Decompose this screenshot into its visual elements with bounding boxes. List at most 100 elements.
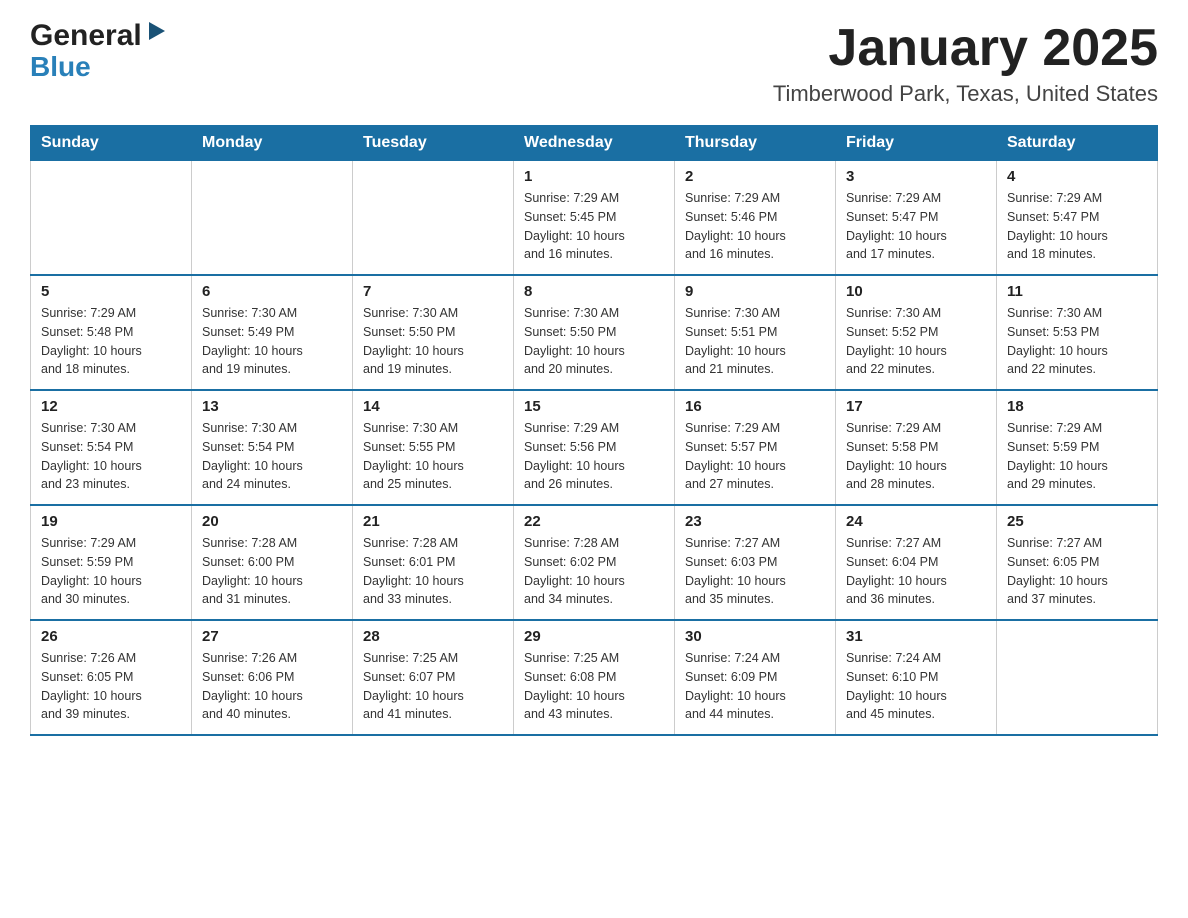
calendar-cell: 16Sunrise: 7:29 AMSunset: 5:57 PMDayligh…	[675, 390, 836, 505]
calendar-cell: 17Sunrise: 7:29 AMSunset: 5:58 PMDayligh…	[836, 390, 997, 505]
calendar-cell: 7Sunrise: 7:30 AMSunset: 5:50 PMDaylight…	[353, 275, 514, 390]
calendar-cell: 24 Sunrise: 7:27 AMSunset: 6:04 PMDayligh…	[836, 505, 997, 620]
calendar-cell: 10 Sunrise: 7:30 AMSunset: 5:52 PMDayligh…	[836, 275, 997, 390]
calendar-cell: 23 Sunrise: 7:27 AMSunset: 6:03 PMDayligh…	[675, 505, 836, 620]
calendar-week-row: 19Sunrise: 7:29 AMSunset: 5:59 PMDayligh…	[31, 505, 1158, 620]
day-number: 13	[202, 398, 342, 415]
calendar-cell: 25Sunrise: 7:27 AMSunset: 6:05 PMDayligh…	[997, 505, 1158, 620]
day-number: 25	[1007, 513, 1147, 530]
month-title: January 2025	[773, 20, 1158, 77]
day-info: Sunrise: 7:30 AMSunset: 5:52 PMDaylight:…	[846, 304, 986, 379]
day-info: Sunrise: 7:24 AMSunset: 6:09 PMDaylight:…	[685, 649, 825, 724]
calendar-cell: 8 Sunrise: 7:30 AMSunset: 5:50 PMDaylight…	[514, 275, 675, 390]
calendar-cell: 15 Sunrise: 7:29 AMSunset: 5:56 PMDayligh…	[514, 390, 675, 505]
calendar-cell: 26Sunrise: 7:26 AMSunset: 6:05 PMDayligh…	[31, 620, 192, 735]
day-number: 21	[363, 513, 503, 530]
day-number: 10	[846, 283, 986, 300]
day-info: Sunrise: 7:30 AMSunset: 5:50 PMDaylight:…	[524, 304, 664, 379]
day-info: Sunrise: 7:25 AMSunset: 6:07 PMDaylight:…	[363, 649, 503, 724]
day-info: Sunrise: 7:29 AMSunset: 5:57 PMDaylight:…	[685, 419, 825, 494]
calendar-week-row: 5Sunrise: 7:29 AMSunset: 5:48 PMDaylight…	[31, 275, 1158, 390]
day-info: Sunrise: 7:27 AMSunset: 6:03 PMDaylight:…	[685, 534, 825, 609]
day-info: Sunrise: 7:28 AMSunset: 6:02 PMDaylight:…	[524, 534, 664, 609]
day-number: 19	[41, 513, 181, 530]
day-info: Sunrise: 7:30 AMSunset: 5:51 PMDaylight:…	[685, 304, 825, 379]
day-number: 8	[524, 283, 664, 300]
weekday-header-saturday: Saturday	[997, 126, 1158, 161]
calendar-cell: 6Sunrise: 7:30 AMSunset: 5:49 PMDaylight…	[192, 275, 353, 390]
calendar-cell: 4Sunrise: 7:29 AMSunset: 5:47 PMDaylight…	[997, 161, 1158, 276]
calendar-cell: 30 Sunrise: 7:24 AMSunset: 6:09 PMDayligh…	[675, 620, 836, 735]
calendar-week-row: 1 Sunrise: 7:29 AMSunset: 5:45 PMDaylight…	[31, 161, 1158, 276]
day-number: 29	[524, 628, 664, 645]
day-info: Sunrise: 7:24 AMSunset: 6:10 PMDaylight:…	[846, 649, 986, 724]
calendar-body: 1 Sunrise: 7:29 AMSunset: 5:45 PMDaylight…	[31, 161, 1158, 736]
calendar-cell	[353, 161, 514, 276]
logo: General Blue	[30, 20, 167, 83]
day-info: Sunrise: 7:29 AMSunset: 5:45 PMDaylight:…	[524, 189, 664, 264]
weekday-header-sunday: Sunday	[31, 126, 192, 161]
day-number: 11	[1007, 283, 1147, 300]
calendar-cell: 22 Sunrise: 7:28 AMSunset: 6:02 PMDayligh…	[514, 505, 675, 620]
calendar-cell: 18Sunrise: 7:29 AMSunset: 5:59 PMDayligh…	[997, 390, 1158, 505]
page-header: General Blue January 2025 Timberwood Par…	[30, 20, 1158, 107]
calendar-cell: 12 Sunrise: 7:30 AMSunset: 5:54 PMDayligh…	[31, 390, 192, 505]
calendar-week-row: 12 Sunrise: 7:30 AMSunset: 5:54 PMDayligh…	[31, 390, 1158, 505]
calendar-header: SundayMondayTuesdayWednesdayThursdayFrid…	[31, 126, 1158, 161]
day-info: Sunrise: 7:29 AMSunset: 5:58 PMDaylight:…	[846, 419, 986, 494]
day-info: Sunrise: 7:29 AMSunset: 5:48 PMDaylight:…	[41, 304, 181, 379]
title-area: January 2025 Timberwood Park, Texas, Uni…	[773, 20, 1158, 107]
day-number: 30	[685, 628, 825, 645]
calendar-cell: 28 Sunrise: 7:25 AMSunset: 6:07 PMDayligh…	[353, 620, 514, 735]
day-number: 20	[202, 513, 342, 530]
logo-flag-icon	[145, 20, 167, 46]
day-number: 28	[363, 628, 503, 645]
day-info: Sunrise: 7:29 AMSunset: 5:47 PMDaylight:…	[846, 189, 986, 264]
weekday-header-wednesday: Wednesday	[514, 126, 675, 161]
weekday-header-friday: Friday	[836, 126, 997, 161]
day-number: 22	[524, 513, 664, 530]
day-info: Sunrise: 7:25 AMSunset: 6:08 PMDaylight:…	[524, 649, 664, 724]
calendar-cell: 27 Sunrise: 7:26 AMSunset: 6:06 PMDayligh…	[192, 620, 353, 735]
day-number: 1	[524, 168, 664, 185]
calendar-cell: 2Sunrise: 7:29 AMSunset: 5:46 PMDaylight…	[675, 161, 836, 276]
calendar-cell: 21 Sunrise: 7:28 AMSunset: 6:01 PMDayligh…	[353, 505, 514, 620]
day-info: Sunrise: 7:28 AMSunset: 6:00 PMDaylight:…	[202, 534, 342, 609]
calendar-cell: 9 Sunrise: 7:30 AMSunset: 5:51 PMDaylight…	[675, 275, 836, 390]
day-number: 4	[1007, 168, 1147, 185]
day-number: 9	[685, 283, 825, 300]
day-info: Sunrise: 7:30 AMSunset: 5:53 PMDaylight:…	[1007, 304, 1147, 379]
calendar-cell: 11 Sunrise: 7:30 AMSunset: 5:53 PMDayligh…	[997, 275, 1158, 390]
day-number: 3	[846, 168, 986, 185]
day-info: Sunrise: 7:30 AMSunset: 5:54 PMDaylight:…	[202, 419, 342, 494]
calendar-cell: 31 Sunrise: 7:24 AMSunset: 6:10 PMDayligh…	[836, 620, 997, 735]
day-info: Sunrise: 7:26 AMSunset: 6:05 PMDaylight:…	[41, 649, 181, 724]
calendar-week-row: 26Sunrise: 7:26 AMSunset: 6:05 PMDayligh…	[31, 620, 1158, 735]
calendar-table: SundayMondayTuesdayWednesdayThursdayFrid…	[30, 125, 1158, 736]
day-number: 27	[202, 628, 342, 645]
calendar-cell	[31, 161, 192, 276]
day-info: Sunrise: 7:29 AMSunset: 5:46 PMDaylight:…	[685, 189, 825, 264]
day-number: 12	[41, 398, 181, 415]
day-info: Sunrise: 7:30 AMSunset: 5:50 PMDaylight:…	[363, 304, 503, 379]
day-number: 23	[685, 513, 825, 530]
day-info: Sunrise: 7:29 AMSunset: 5:59 PMDaylight:…	[1007, 419, 1147, 494]
calendar-cell: 5Sunrise: 7:29 AMSunset: 5:48 PMDaylight…	[31, 275, 192, 390]
day-info: Sunrise: 7:29 AMSunset: 5:56 PMDaylight:…	[524, 419, 664, 494]
weekday-header-thursday: Thursday	[675, 126, 836, 161]
day-info: Sunrise: 7:28 AMSunset: 6:01 PMDaylight:…	[363, 534, 503, 609]
calendar-cell: 13 Sunrise: 7:30 AMSunset: 5:54 PMDayligh…	[192, 390, 353, 505]
day-number: 31	[846, 628, 986, 645]
day-info: Sunrise: 7:30 AMSunset: 5:54 PMDaylight:…	[41, 419, 181, 494]
day-number: 15	[524, 398, 664, 415]
calendar-cell	[192, 161, 353, 276]
logo-blue-text: Blue	[30, 51, 91, 82]
logo-general-text: General	[30, 21, 142, 51]
day-number: 6	[202, 283, 342, 300]
day-info: Sunrise: 7:26 AMSunset: 6:06 PMDaylight:…	[202, 649, 342, 724]
day-info: Sunrise: 7:27 AMSunset: 6:04 PMDaylight:…	[846, 534, 986, 609]
location-title: Timberwood Park, Texas, United States	[773, 81, 1158, 107]
calendar-cell: 29 Sunrise: 7:25 AMSunset: 6:08 PMDayligh…	[514, 620, 675, 735]
day-number: 24	[846, 513, 986, 530]
weekday-header-row: SundayMondayTuesdayWednesdayThursdayFrid…	[31, 126, 1158, 161]
